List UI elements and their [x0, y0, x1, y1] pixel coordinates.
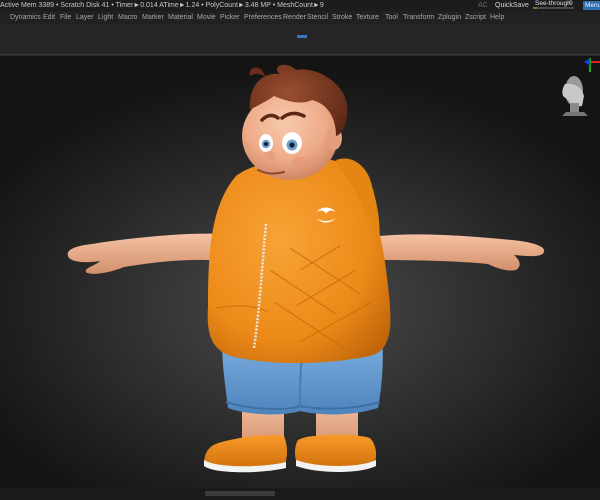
menu-item-material[interactable]: Material	[168, 11, 193, 24]
menu-item-edit[interactable]: Edit	[43, 11, 55, 24]
menu-item-dynamics[interactable]: Dynamics	[10, 11, 41, 24]
shelf-divider	[0, 54, 600, 55]
menu-item-texture[interactable]: Texture	[356, 11, 379, 24]
right-arm	[380, 234, 545, 271]
left-shoe	[204, 435, 287, 469]
see-through-track	[533, 7, 574, 9]
menu-item-help[interactable]: Help	[490, 11, 504, 24]
menu-item-marker[interactable]: Marker	[142, 11, 164, 24]
menu-item-stroke[interactable]: Stroke	[332, 11, 352, 24]
top-shelf	[0, 25, 600, 56]
menu-item-macro[interactable]: Macro	[118, 11, 137, 24]
menu-item-preferences[interactable]: Preferences	[244, 11, 282, 24]
menu-item-zplugin[interactable]: Zplugin	[438, 11, 461, 24]
menu-item-file[interactable]: File	[60, 11, 71, 24]
model-render	[67, 58, 600, 473]
ac-button[interactable]: AC	[478, 0, 488, 11]
menu-item-layer[interactable]: Layer	[76, 11, 94, 24]
bottom-bar	[0, 488, 600, 500]
menu-item-transform[interactable]: Transform	[403, 11, 435, 24]
menu-item-zscript[interactable]: Zscript	[465, 11, 486, 24]
left-arm	[67, 233, 225, 274]
see-through-fill	[533, 7, 538, 9]
menus-button[interactable]: Menus	[583, 1, 600, 10]
head-navigator-icon[interactable]	[562, 76, 588, 116]
canvas-viewport[interactable]	[0, 56, 600, 488]
navigation-axis-icon[interactable]	[584, 58, 600, 72]
shelf-tab-indicator[interactable]	[297, 35, 307, 38]
menu-item-tool[interactable]: Tool	[385, 11, 398, 24]
menu-item-movie[interactable]: Movie	[197, 11, 216, 24]
menu-item-render[interactable]: Render	[283, 11, 306, 24]
see-through-slider[interactable]: See-through 0	[532, 0, 576, 11]
menu-item-stencil[interactable]: Stencil	[307, 11, 328, 24]
menu-bar: Dynamics Edit File Layer Light Macro Mar…	[0, 11, 600, 25]
menu-item-light[interactable]: Light	[98, 11, 113, 24]
status-info-text: Active Mem 3389 • Scratch Disk 41 • Time…	[0, 2, 324, 9]
quicksave-button[interactable]: QuickSave	[495, 0, 529, 11]
menu-item-picker[interactable]: Picker	[220, 11, 239, 24]
status-bar: Active Mem 3389 • Scratch Disk 41 • Time…	[0, 0, 600, 11]
horizontal-scrollbar[interactable]	[205, 491, 275, 496]
